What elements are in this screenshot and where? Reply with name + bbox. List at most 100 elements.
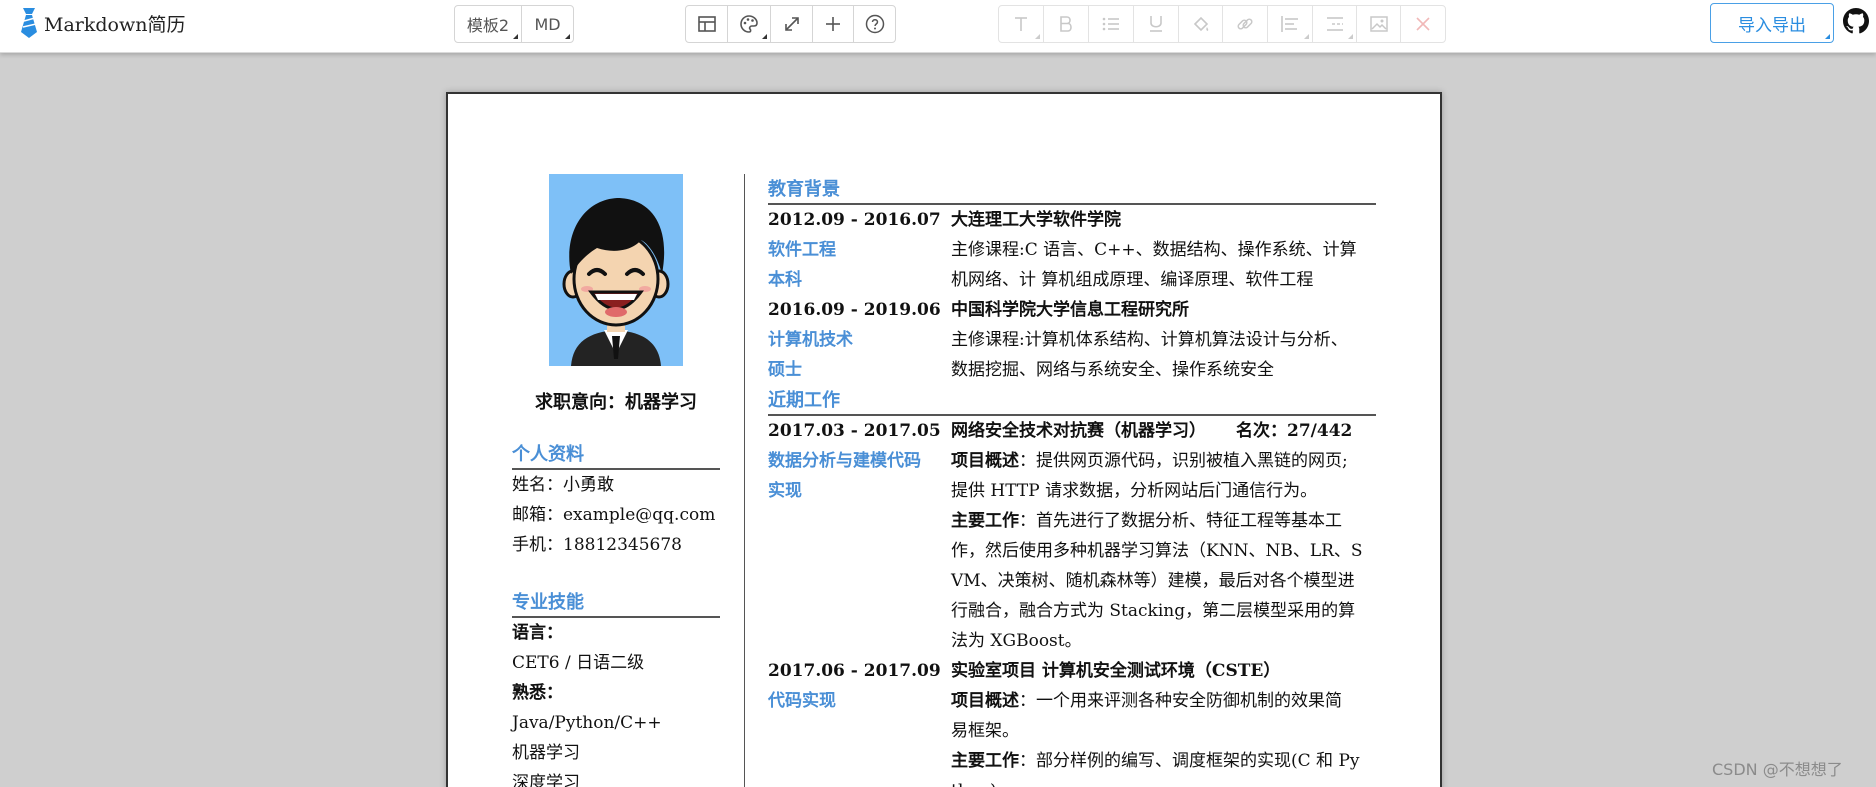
- work-label: 主要工作: [951, 511, 1019, 531]
- fullscreen-button[interactable]: [771, 6, 813, 42]
- github-icon[interactable]: [1843, 8, 1869, 34]
- education-courses: 数据挖掘、网络与系统安全、操作系统安全: [951, 360, 1274, 380]
- dropdown-corner-icon: [1035, 34, 1040, 39]
- profile-phone: 手机：18812345678: [512, 535, 682, 555]
- work-row: 2017.06 - 2017.09 实验室项目 计算机安全测试环境（CSTE）: [768, 656, 1376, 686]
- skills-language-value: CET6 / 日语二级: [512, 653, 645, 673]
- overview-label: 项目概述: [951, 451, 1019, 471]
- help-icon: [865, 14, 884, 34]
- top-toolbar: Markdown简历 模板2 MD 导入导出: [0, 0, 1876, 53]
- work-row: 2017.03 - 2017.05 网络安全技术对抗赛（机器学习） 名次：27/4…: [768, 416, 1376, 446]
- work-row: 主要工作：首先进行了数据分析、特征工程等基本工: [768, 506, 1376, 536]
- add-button[interactable]: [813, 6, 854, 42]
- underline-icon: [1150, 16, 1162, 32]
- fill-color-button[interactable]: [1179, 6, 1223, 42]
- work-text: thon)。: [951, 776, 1376, 787]
- work-text: ：部分样例的编写、调度框架的实现(C 和 Py: [1019, 751, 1360, 771]
- import-export-button[interactable]: 导入导出: [1710, 3, 1834, 43]
- overview-text: ：提供网页源代码，识别被植入黑链的网页;: [1019, 451, 1348, 471]
- tool-group: [685, 5, 896, 43]
- skills-language-label: 语言：: [512, 623, 563, 643]
- align-icon: [1281, 16, 1298, 32]
- align-button[interactable]: [1268, 6, 1313, 42]
- dropdown-corner-icon: [762, 34, 767, 39]
- profile-name: 姓名：小勇敢: [512, 475, 614, 495]
- table-icon: [697, 16, 716, 32]
- template-select-button[interactable]: 模板2: [455, 6, 522, 42]
- work-text: VM、决策树、随机森林等）建模，最后对各个模型进: [951, 571, 1355, 591]
- education-date: 2016.09 - 2019.06: [768, 300, 941, 320]
- work-label: 主要工作: [951, 751, 1019, 771]
- education-row: 2012.09 - 2016.07 大连理工大学软件学院: [768, 205, 1376, 235]
- heading-icon: [1015, 17, 1027, 31]
- profile-section-title: 个人资料: [512, 442, 720, 470]
- help-button[interactable]: [854, 6, 895, 42]
- dropdown-corner-icon: [513, 34, 518, 39]
- education-row: 计算机技术 主修课程:计算机体系结构、计算机算法设计与分析、: [768, 325, 1376, 355]
- skills-familiar-item: Java/Python/C++: [512, 713, 662, 733]
- work-row: VM、决策树、随机森林等）建模，最后对各个模型进: [768, 566, 1376, 596]
- bold-button[interactable]: [1044, 6, 1089, 42]
- work-text: 法为 XGBoost。: [951, 631, 1082, 651]
- link-button[interactable]: [1223, 6, 1268, 42]
- import-export-label: 导入导出: [1738, 15, 1806, 36]
- resume-page[interactable]: 求职意向：机器学习 个人资料 姓名：小勇敢 邮箱：example@qq.com …: [446, 92, 1442, 787]
- dropdown-corner-icon: [1825, 34, 1830, 39]
- overview-label: 项目概述: [951, 691, 1019, 711]
- delete-button[interactable]: [1401, 6, 1445, 42]
- template-group: 模板2 MD: [454, 5, 574, 43]
- work-rank: 名次：27/442: [1236, 421, 1353, 441]
- tie-icon[interactable]: [20, 8, 38, 38]
- work-overview: 项目概述：提供网页源代码，识别被植入黑链的网页;: [951, 446, 1376, 476]
- column-divider: [744, 174, 745, 787]
- dropdown-corner-icon: [1348, 34, 1353, 39]
- image-button[interactable]: [1357, 6, 1401, 42]
- work-project-title: 网络安全技术对抗赛（机器学习）: [951, 421, 1206, 441]
- profile-email: 邮箱：example@qq.com: [512, 505, 716, 525]
- work-row: 主要工作：部分样例的编写、调度框架的实现(C 和 Py: [768, 746, 1376, 776]
- fill-color-icon: [1193, 16, 1208, 32]
- template-label: 模板2: [466, 16, 510, 35]
- work-text: 行融合，融合方式为 Stacking，第二层模型采用的算: [951, 601, 1356, 621]
- image-icon: [1369, 16, 1388, 32]
- md-label: MD: [534, 14, 561, 34]
- overview-text: 易框架。: [951, 721, 1019, 741]
- education-school: 大连理工大学软件学院: [951, 210, 1121, 230]
- education-major: 软件工程: [768, 240, 836, 260]
- list-icon: [1102, 17, 1119, 31]
- left-column: 求职意向：机器学习 个人资料 姓名：小勇敢 邮箱：example@qq.com …: [512, 174, 720, 787]
- education-degree: 本科: [768, 270, 802, 290]
- education-courses: 主修课程:计算机体系结构、计算机算法设计与分析、: [951, 330, 1348, 350]
- dropdown-corner-icon: [565, 34, 570, 39]
- avatar: [549, 174, 683, 366]
- md-mode-button[interactable]: MD: [522, 6, 573, 42]
- indent-button[interactable]: [1313, 6, 1357, 42]
- education-row: 软件工程 主修课程:C 语言、C++、数据结构、操作系统、计算: [768, 235, 1376, 265]
- underline-button[interactable]: [1134, 6, 1179, 42]
- education-row: 本科 机网络、计 算机组成原理、编译原理、软件工程: [768, 265, 1376, 295]
- work-row: 作，然后使用多种机器学习算法（KNN、NB、LR、S: [768, 536, 1376, 566]
- work-row: 易框架。: [768, 716, 1376, 746]
- job-intention: 求职意向：机器学习: [535, 392, 697, 413]
- education-degree: 硕士: [768, 360, 802, 380]
- work-row: 代码实现 项目概述：一个用来评测各种安全防御机制的效果简: [768, 686, 1376, 716]
- right-column: 教育背景 2012.09 - 2016.07 大连理工大学软件学院 软件工程 主…: [768, 174, 1376, 787]
- table-button[interactable]: [686, 6, 728, 42]
- work-row: 行融合，融合方式为 Stacking，第二层模型采用的算: [768, 596, 1376, 626]
- format-group: [998, 5, 1446, 43]
- skills-familiar-item: 机器学习: [512, 743, 580, 763]
- work-role: 代码实现: [768, 691, 836, 711]
- heading-button[interactable]: [999, 6, 1044, 42]
- dropdown-corner-icon: [1304, 34, 1309, 39]
- list-button[interactable]: [1089, 6, 1134, 42]
- app-title: Markdown简历: [44, 14, 186, 36]
- education-courses: 机网络、计 算机组成原理、编译原理、软件工程: [951, 270, 1314, 290]
- skills-familiar-label: 熟悉：: [512, 683, 563, 703]
- skills-section-title: 专业技能: [512, 590, 720, 618]
- link-icon: [1237, 18, 1253, 30]
- education-section-title: 教育背景: [768, 177, 1376, 205]
- theme-button[interactable]: [728, 6, 771, 42]
- work-text: 作，然后使用多种机器学习算法（KNN、NB、LR、S: [951, 541, 1363, 561]
- work-text: ：首先进行了数据分析、特征工程等基本工: [1019, 511, 1342, 531]
- work-project-name: 网络安全技术对抗赛（机器学习） 名次：27/442: [951, 416, 1376, 446]
